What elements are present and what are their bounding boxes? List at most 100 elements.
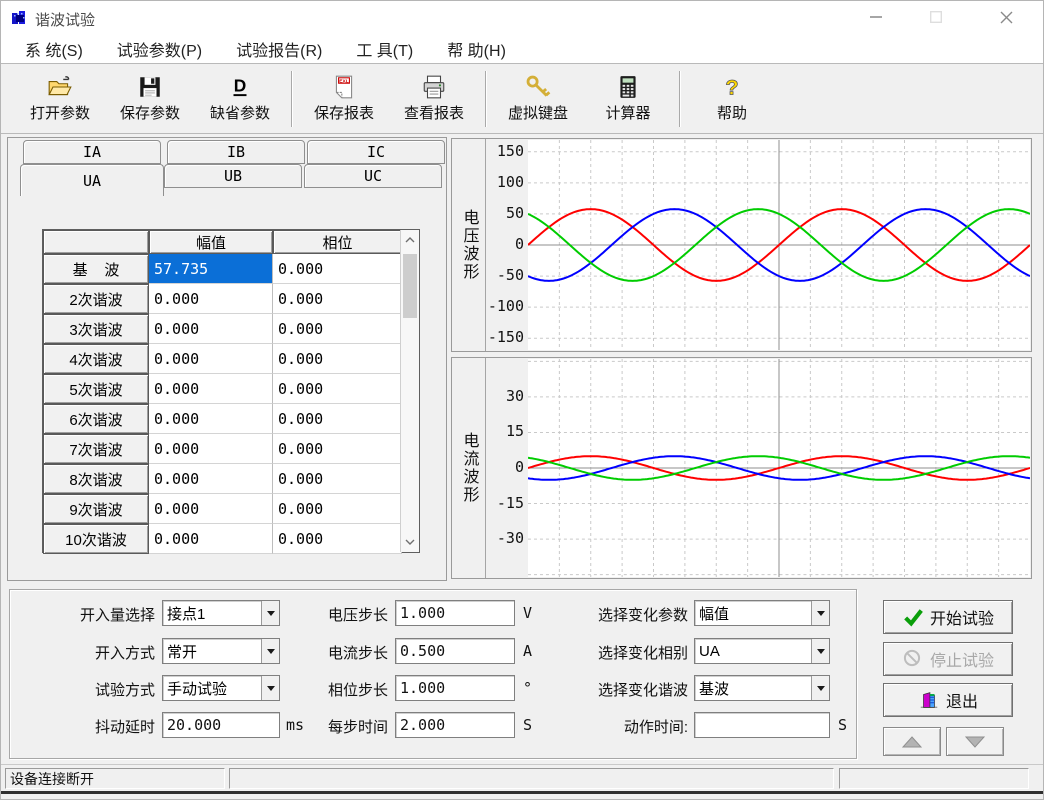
waveform-svg: [528, 359, 1030, 577]
row-header-10[interactable]: 10次谐波: [43, 524, 149, 554]
tab-ic[interactable]: IC: [307, 140, 445, 164]
amplitude-cell[interactable]: 0.000: [149, 374, 273, 404]
dropdown-arrow-icon[interactable]: [261, 676, 279, 700]
menu-item-help[interactable]: 帮 助(H): [447, 37, 506, 61]
toolbar-button-view-report[interactable]: 查看报表: [389, 68, 479, 130]
test-mode-select[interactable]: 手动试验: [162, 675, 280, 701]
toolbar-button-default-params[interactable]: D缺省参数: [195, 68, 285, 130]
row-header-3[interactable]: 3次谐波: [43, 314, 149, 344]
amplitude-cell[interactable]: 0.000: [149, 284, 273, 314]
voltage-step-unit: V: [523, 604, 532, 622]
current-step-input[interactable]: [395, 638, 515, 664]
table-row: 基 波57.7350.000: [43, 254, 402, 284]
phase-cell[interactable]: 0.000: [273, 404, 402, 434]
vary-harmonic-select[interactable]: 基波: [694, 675, 830, 701]
row-header-7[interactable]: 7次谐波: [43, 434, 149, 464]
app-window: 谐波试验 系 统(S)试验参数(P)试验报告(R)工 具(T)帮 助(H) 打开…: [0, 0, 1044, 800]
dropdown-arrow-icon[interactable]: [261, 639, 279, 663]
phase-cell[interactable]: 0.000: [273, 254, 402, 284]
scrollbar-thumb[interactable]: [403, 254, 417, 318]
maximize-button[interactable]: [914, 1, 958, 33]
amplitude-cell[interactable]: 57.735: [149, 254, 273, 284]
status-extra-panel: [839, 768, 1029, 789]
menu-item-tools[interactable]: 工 具(T): [356, 37, 413, 61]
row-header-4[interactable]: 4次谐波: [43, 344, 149, 374]
action-time-input[interactable]: [694, 712, 830, 738]
toolbar-button-help[interactable]: ?帮助: [687, 68, 777, 130]
amplitude-cell[interactable]: 0.000: [149, 404, 273, 434]
amplitude-cell[interactable]: 0.000: [149, 314, 273, 344]
chart-title: 电压波形: [452, 139, 486, 351]
start-test-button[interactable]: 开始试验: [883, 600, 1013, 634]
chart-plot-area: [528, 359, 1030, 577]
dropdown-arrow-icon[interactable]: [811, 676, 829, 700]
vary-phase-select[interactable]: UA: [694, 638, 830, 664]
close-button[interactable]: [984, 1, 1028, 33]
toolbar-button-save[interactable]: 保存参数: [105, 68, 195, 130]
menu-item-system[interactable]: 系 统(S): [25, 37, 83, 61]
exit-button[interactable]: 退出: [883, 683, 1013, 717]
svg-text:EXL: EXL: [339, 78, 348, 84]
dropdown-arrow-icon[interactable]: [811, 601, 829, 625]
row-header-1[interactable]: 基 波: [43, 254, 149, 284]
dropdown-arrow-icon[interactable]: [811, 639, 829, 663]
step-down-button[interactable]: [946, 727, 1004, 756]
amplitude-cell[interactable]: 0.000: [149, 344, 273, 374]
save-icon: [137, 74, 163, 100]
step-time-input[interactable]: [395, 712, 515, 738]
vary-param-select[interactable]: 幅值: [694, 600, 830, 626]
tab-label: IC: [367, 143, 385, 161]
tab-ia[interactable]: IA: [23, 140, 161, 164]
y-tick-label: 100: [497, 173, 524, 191]
debounce-delay-label: 抖动延时: [10, 716, 155, 737]
minimize-button[interactable]: [854, 1, 898, 33]
row-header-2[interactable]: 2次谐波: [43, 284, 149, 314]
amplitude-cell[interactable]: 0.000: [149, 494, 273, 524]
tab-ib[interactable]: IB: [167, 140, 305, 164]
phase-cell[interactable]: 0.000: [273, 374, 402, 404]
phase-cell[interactable]: 0.000: [273, 524, 402, 554]
input-select-select[interactable]: 接点1: [162, 600, 280, 626]
y-tick-label: 0: [515, 235, 524, 253]
tab-uc[interactable]: UC: [304, 164, 442, 188]
phase-cell[interactable]: 0.000: [273, 314, 402, 344]
phase-cell[interactable]: 0.000: [273, 434, 402, 464]
input-mode-value: 常开: [163, 639, 261, 663]
scroll-down-icon[interactable]: [401, 532, 419, 552]
amplitude-cell[interactable]: 0.000: [149, 524, 273, 554]
amplitude-cell[interactable]: 0.000: [149, 464, 273, 494]
phase-step-input[interactable]: [395, 675, 515, 701]
toolbar-button-label: 打开参数: [30, 102, 90, 123]
toolbar-button-label: 保存报表: [314, 102, 374, 123]
vary-param-label: 选择变化参数: [555, 604, 688, 625]
row-header-8[interactable]: 8次谐波: [43, 464, 149, 494]
row-header-5[interactable]: 5次谐波: [43, 374, 149, 404]
step-up-button[interactable]: [883, 727, 941, 756]
svg-text:D: D: [234, 75, 247, 95]
toolbar-button-calculator[interactable]: 计算器: [583, 68, 673, 130]
stop-test-label: 停止试验: [930, 647, 994, 671]
tab-ua[interactable]: UA: [20, 164, 164, 196]
row-header-6[interactable]: 6次谐波: [43, 404, 149, 434]
amplitude-cell[interactable]: 0.000: [149, 434, 273, 464]
debounce-delay-input[interactable]: [162, 712, 280, 738]
toolbar-button-save-report[interactable]: EXL 保存报表: [299, 68, 389, 130]
phase-cell[interactable]: 0.000: [273, 494, 402, 524]
toolbar-button-virtual-keyboard[interactable]: 虚拟键盘: [493, 68, 583, 130]
phase-cell[interactable]: 0.000: [273, 284, 402, 314]
menu-item-params[interactable]: 试验参数(P): [117, 37, 202, 61]
scroll-up-icon[interactable]: [401, 230, 419, 250]
input-select-value: 接点1: [163, 601, 261, 625]
voltage-step-input[interactable]: [395, 600, 515, 626]
input-mode-select[interactable]: 常开: [162, 638, 280, 664]
exit-door-icon: [918, 689, 940, 711]
toolbar-button-label: 虚拟键盘: [508, 102, 568, 123]
row-header-9[interactable]: 9次谐波: [43, 494, 149, 524]
menu-item-report[interactable]: 试验报告(R): [236, 37, 322, 61]
dropdown-arrow-icon[interactable]: [261, 601, 279, 625]
phase-cell[interactable]: 0.000: [273, 464, 402, 494]
phase-cell[interactable]: 0.000: [273, 344, 402, 374]
table-scrollbar[interactable]: [400, 230, 419, 552]
tab-ub[interactable]: UB: [164, 164, 302, 188]
toolbar-button-open-folder[interactable]: 打开参数: [15, 68, 105, 130]
